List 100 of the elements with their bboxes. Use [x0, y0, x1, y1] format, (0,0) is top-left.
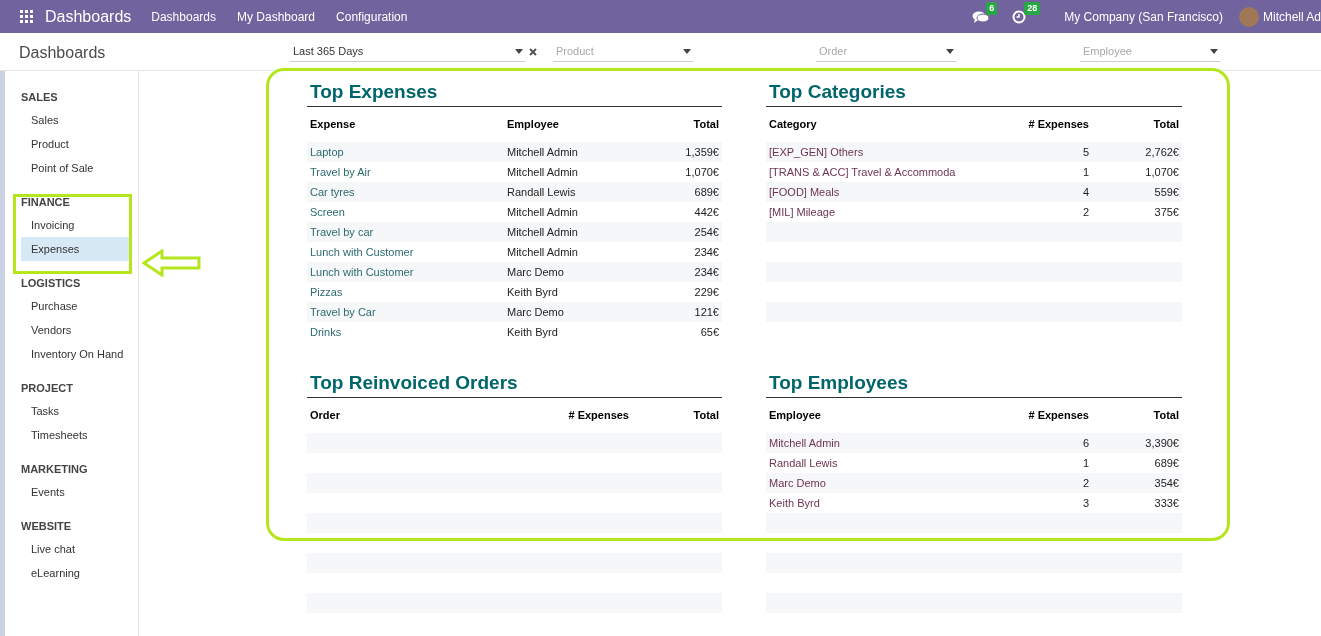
menu-item[interactable]: Dashboards: [151, 7, 216, 26]
section-heading: LOGISTICS: [21, 276, 82, 291]
table-cell-text: Keith Byrd: [507, 284, 558, 300]
record-link[interactable]: Travel by Air: [310, 163, 371, 181]
notification-badge: 28: [1024, 1, 1041, 15]
section-title: Top Reinvoiced Orders: [309, 371, 519, 395]
filter-dropdown[interactable]: Last 365 Days: [290, 42, 525, 62]
menu-item[interactable]: My Dashboard: [237, 7, 316, 26]
column-header: Expense: [310, 117, 356, 133]
table-cell-text: 559€: [1154, 184, 1179, 200]
record-link[interactable]: [MIL] Mileage: [769, 203, 836, 221]
table-cell-text: Mitchell Admin: [507, 224, 578, 240]
sidebar-item[interactable]: Sales: [21, 108, 132, 132]
sidebar-item[interactable]: eLearning: [21, 561, 132, 585]
arrow-icon: [142, 249, 202, 277]
column-header: Total: [1153, 117, 1179, 133]
table-cell-text: 234€: [694, 244, 719, 260]
table-cell-text: 354€: [1154, 475, 1179, 491]
record-link[interactable]: Car tyres: [310, 183, 355, 201]
record-link[interactable]: Marc Demo: [769, 474, 826, 492]
sidebar-item[interactable]: Vendors: [21, 318, 132, 342]
table-cell-text: Marc Demo: [507, 264, 564, 280]
table-cell-text: 689€: [694, 184, 719, 200]
record-link[interactable]: [TRANS & ACC] Travel & Accommoda: [769, 163, 956, 181]
table-cell-text: Keith Byrd: [507, 324, 558, 340]
section-heading: PROJECT: [21, 381, 74, 396]
table-cell-text: Mitchell Admin: [507, 204, 578, 220]
chat-icon[interactable]: [972, 9, 991, 24]
app-title[interactable]: Dashboards: [45, 4, 132, 29]
table-cell-text: Randall Lewis: [507, 184, 576, 200]
record-link[interactable]: Laptop: [310, 143, 344, 161]
sidebar-item[interactable]: Expenses: [21, 237, 132, 261]
table-cell-text: 2: [1082, 204, 1089, 220]
column-header: Employee: [507, 117, 559, 133]
table-cell-text: 1: [1082, 164, 1089, 180]
column-header: Employee: [769, 408, 821, 424]
table-cell-text: 442€: [694, 204, 719, 220]
record-link[interactable]: Drinks: [310, 323, 342, 341]
section-heading: MARKETING: [21, 462, 89, 477]
sidebar-item[interactable]: Tasks: [21, 399, 132, 423]
section-heading: WEBSITE: [21, 519, 73, 534]
sidebar-item[interactable]: Purchase: [21, 294, 132, 318]
record-link[interactable]: Travel by Car: [310, 303, 376, 321]
section-title: Top Categories: [768, 80, 907, 104]
sidebar-item[interactable]: Point of Sale: [21, 156, 132, 180]
table-cell-text: Mitchell Admin: [507, 244, 578, 260]
table-cell-text: Mitchell Admin: [507, 164, 578, 180]
column-header: # Expenses: [1028, 408, 1089, 424]
sidebar-item[interactable]: Product: [21, 132, 132, 156]
table-cell-text: 2: [1082, 475, 1089, 491]
company-switcher[interactable]: My Company (San Francisco): [1064, 7, 1223, 26]
section-title: Top Employees: [768, 371, 909, 395]
table-cell-text: 3: [1082, 495, 1089, 511]
table-cell-text: 5: [1082, 144, 1089, 160]
user-menu[interactable]: Mitchell Ad: [1262, 7, 1321, 26]
apps-menu-icon[interactable]: [20, 10, 33, 23]
sidebar-item[interactable]: Timesheets: [21, 423, 132, 447]
caret-icon: [946, 49, 954, 54]
section-heading: SALES: [21, 90, 59, 105]
page-title: Dashboards: [19, 43, 106, 63]
table-cell-text: 1,070€: [1145, 164, 1179, 180]
record-link[interactable]: Lunch with Customer: [310, 243, 414, 261]
table-cell-text: 6: [1082, 435, 1089, 451]
record-link[interactable]: [FOOD] Meals: [769, 183, 840, 201]
menu-item[interactable]: Configuration: [336, 7, 408, 26]
sidebar-item[interactable]: Inventory On Hand: [21, 342, 132, 366]
table-cell-text: 121€: [694, 304, 719, 320]
record-link[interactable]: Randall Lewis: [769, 454, 838, 472]
table-cell-text: 229€: [694, 284, 719, 300]
table-cell-text: 1,070€: [685, 164, 719, 180]
record-link[interactable]: Mitchell Admin: [769, 434, 840, 452]
caret-icon: [515, 49, 523, 54]
column-header: # Expenses: [1028, 117, 1089, 133]
clock-icon[interactable]: [1012, 9, 1027, 24]
record-link[interactable]: [EXP_GEN] Others: [769, 143, 864, 161]
record-link[interactable]: Pizzas: [310, 283, 343, 301]
table-cell-text: 234€: [694, 264, 719, 280]
clear-icon[interactable]: [529, 48, 537, 56]
column-header: Order: [310, 408, 340, 424]
table-cell-text: 254€: [694, 224, 719, 240]
table-cell-text: 689€: [1154, 455, 1179, 471]
table-cell-text: 1,359€: [685, 144, 719, 160]
sidebar-item[interactable]: Live chat: [21, 537, 132, 561]
column-header: Total: [693, 117, 719, 133]
column-header: Category: [769, 117, 817, 133]
sidebar-item[interactable]: Invoicing: [21, 213, 132, 237]
table-cell-text: 2,762€: [1145, 144, 1179, 160]
record-link[interactable]: Keith Byrd: [769, 494, 820, 512]
table-cell-text: 3,390€: [1145, 435, 1179, 451]
table-cell-text: 4: [1082, 184, 1089, 200]
column-header: # Expenses: [568, 408, 629, 424]
record-link[interactable]: Travel by car: [310, 223, 374, 241]
section-heading: FINANCE: [21, 195, 71, 210]
column-header: Total: [1153, 408, 1179, 424]
record-link[interactable]: Screen: [310, 203, 345, 221]
record-link[interactable]: Lunch with Customer: [310, 263, 414, 281]
table-cell-text: Marc Demo: [507, 304, 564, 320]
section-title: Top Expenses: [309, 80, 439, 104]
sidebar-item[interactable]: Events: [21, 480, 132, 504]
table-cell-text: 375€: [1154, 204, 1179, 220]
